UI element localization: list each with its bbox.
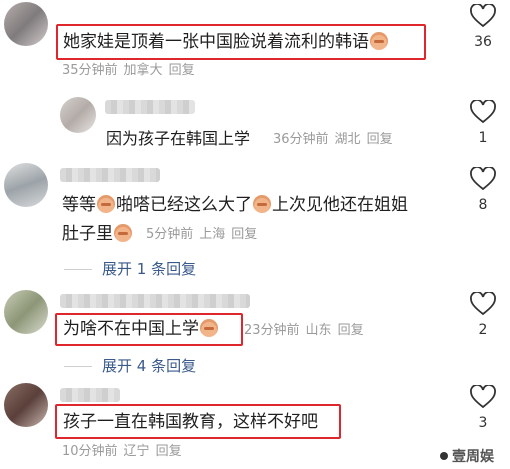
timestamp: 35分钟前 [62, 63, 118, 78]
username [60, 294, 250, 308]
like-heart-icon[interactable] [470, 167, 496, 191]
like-heart-icon[interactable] [470, 385, 496, 409]
timestamp: 5分钟前 [146, 227, 194, 242]
emoji-icon [370, 32, 388, 50]
avatar[interactable] [4, 2, 48, 46]
timestamp: 36分钟前 [273, 132, 329, 147]
timestamp: 23分钟前 [244, 323, 300, 338]
emoji-icon [97, 195, 115, 213]
reply-button[interactable]: 回复 [338, 323, 364, 338]
comment-text: 等等 啪嗒已经这么大了 上次见他还在姐姐 [62, 195, 408, 215]
avatar[interactable] [4, 383, 48, 427]
location: 上海 [199, 227, 226, 242]
comment-meta: 10分钟前 辽宁 回复 [62, 443, 188, 461]
reply-button[interactable]: 回复 [169, 63, 195, 78]
username [60, 168, 160, 182]
username [60, 388, 120, 402]
emoji-icon [114, 224, 132, 242]
reply-button[interactable]: 回复 [156, 444, 182, 459]
reply-button[interactable]: 回复 [367, 132, 393, 147]
timestamp: 10分钟前 [62, 444, 118, 459]
expand-replies-link[interactable]: 展开 4 条回复 [64, 356, 196, 376]
like-count: 2 [478, 322, 488, 338]
comment-text: 为啥不在中国上学 [63, 318, 219, 340]
avatar[interactable] [60, 97, 96, 133]
like-count: 1 [478, 130, 488, 146]
divider [64, 269, 92, 270]
location: 加拿大 [123, 63, 163, 78]
avatar[interactable] [4, 163, 48, 207]
like-count: 3 [478, 415, 488, 431]
location: 湖北 [334, 132, 361, 147]
reply-button[interactable]: 回复 [231, 227, 257, 242]
like-count: 8 [478, 197, 488, 213]
watermark: 壹周娱 [440, 446, 494, 466]
like-heart-icon[interactable] [470, 100, 496, 124]
like-heart-icon[interactable] [470, 4, 496, 28]
emoji-icon [253, 195, 271, 213]
comment-meta: 5分钟前 上海 回复 [146, 226, 263, 244]
avatar[interactable] [4, 290, 48, 334]
location: 山东 [305, 323, 332, 338]
comment-meta: 35分钟前 加拿大 回复 [62, 62, 201, 80]
emoji-icon [200, 319, 218, 337]
comment-text: 因为孩子在韩国上学 [106, 129, 251, 148]
comment-text: 孩子一直在韩国教育，这样不好吧 [63, 412, 318, 432]
expand-replies-link[interactable]: 展开 1 条回复 [64, 259, 196, 279]
comment-text: 她家娃是顶着一张中国脸说着流利的韩语 [63, 31, 389, 53]
like-heart-icon[interactable] [470, 292, 496, 316]
location: 辽宁 [123, 444, 150, 459]
comment-text: 肚子里 [62, 223, 133, 245]
comment-meta: 36分钟前 湖北 回复 [273, 131, 399, 149]
comment-meta: 23分钟前 山东 回复 [244, 322, 370, 340]
like-count: 36 [474, 34, 492, 50]
divider [64, 366, 92, 367]
username [105, 100, 195, 114]
watermark-icon [440, 452, 448, 460]
